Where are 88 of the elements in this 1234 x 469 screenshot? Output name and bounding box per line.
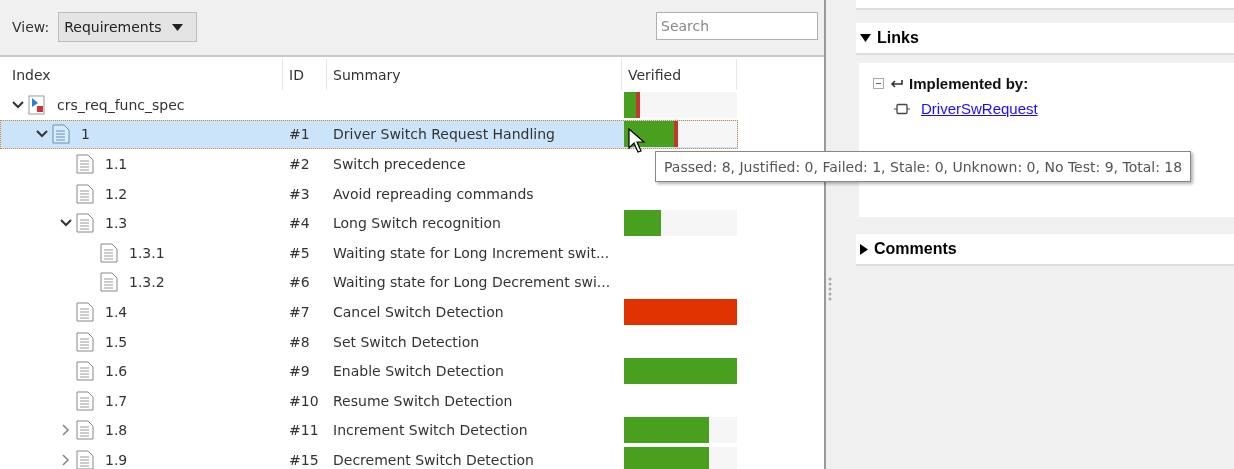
chevron-down-icon[interactable] (36, 130, 48, 139)
block-icon (893, 102, 911, 115)
document-icon (76, 183, 94, 204)
table-row[interactable]: 1.3.2 #6 Waiting state for Long Decrement swi... (0, 267, 622, 298)
index-text: 1.2 (105, 185, 128, 202)
index-text: 1.5 (105, 333, 128, 350)
id-text: #6 (289, 274, 310, 291)
table-row[interactable]: 1.7 #10 Resume Switch Detection (0, 385, 622, 416)
summary-text: Driver Switch Request Handling (333, 126, 555, 143)
id-text: #1 (289, 126, 310, 143)
document-icon (52, 124, 70, 145)
index-text: 1.1 (105, 156, 128, 172)
summary-text: Set Switch Detection (333, 333, 480, 350)
index-text: 1.9 (105, 451, 128, 468)
id-text: #15 (289, 451, 319, 468)
table-row[interactable]: 1.6 #9 Enable Switch Detection (0, 356, 622, 386)
document-icon (76, 420, 94, 441)
document-icon (76, 331, 94, 352)
table-row[interactable]: 1.3 #4 Long Switch recognition (0, 208, 622, 238)
group-label: Implemented by: (909, 75, 1029, 92)
failed-marker (636, 91, 641, 118)
index-text: crs_req_func_spec (57, 96, 185, 113)
table-row[interactable]: 1.2 #3 Avoid repreading commands (0, 178, 622, 209)
column-header[interactable]: Index (0, 59, 283, 90)
summary-text: Long Switch recognition (333, 215, 501, 232)
triangle-down-icon (860, 34, 871, 42)
search-field[interactable]: Search (656, 12, 818, 40)
column-header[interactable]: Summary (327, 59, 622, 90)
table-row[interactable]: crs_req_func_spec (0, 90, 622, 120)
index-text: 1.7 (105, 392, 128, 409)
id-text: #3 (289, 185, 310, 202)
document-icon (76, 361, 94, 382)
tooltip: Passed: 8, Justified: 0, Failed: 1, Stale: 0, Unknown: 0, No Test: 9, Total: 18 (655, 151, 1192, 182)
table-row[interactable]: 1.8 #11 Increment Switch Detection (0, 415, 622, 446)
index-text: 1 (81, 126, 90, 143)
table-row[interactable]: 1.4 #7 Cancel Switch Detection (0, 297, 622, 327)
mouse-pointer-icon (628, 128, 646, 154)
chevron-down-icon[interactable] (12, 100, 24, 109)
summary-text: Switch precedence (333, 156, 466, 172)
table-row[interactable]: 1.1 #2 Switch precedence (0, 149, 622, 179)
document-icon (76, 213, 94, 234)
table-row[interactable]: 1.9 #15 Decrement Switch Detection (0, 445, 622, 469)
summary-text: Waiting state for Long Decrement swi... (333, 274, 611, 291)
link[interactable]: DriverSwRequest (921, 100, 1038, 117)
summary-text: Resume Switch Detection (333, 392, 513, 409)
summary-text: Increment Switch Detection (333, 422, 528, 439)
index-text: 1.4 (105, 303, 128, 320)
summary-text: Cancel Switch Detection (333, 303, 504, 320)
id-text: #4 (289, 215, 310, 232)
section-header[interactable]: Comments (856, 234, 1234, 266)
id-text: #9 (289, 363, 310, 380)
summary-text: Avoid repreading commands (333, 185, 534, 202)
id-text: #5 (289, 244, 310, 261)
caret-icon (172, 23, 184, 31)
document-icon (76, 301, 94, 322)
index-text: 1.3 (105, 215, 128, 232)
document-icon (100, 242, 118, 263)
view-dropdown[interactable]: Requirements (58, 12, 198, 42)
id-text: #7 (289, 303, 310, 320)
table-row[interactable]: 1.3.1 #5 Waiting state for Long Increment swit... (0, 237, 622, 268)
chevron-right-icon[interactable] (62, 453, 70, 466)
document-icon (76, 154, 94, 174)
summary-text: Waiting state for Long Increment swit... (333, 244, 610, 261)
summary-text: Enable Switch Detection (333, 363, 504, 380)
table-row[interactable]: 1.5 #8 Set Switch Detection (0, 326, 622, 357)
column-header[interactable]: ID (283, 59, 327, 90)
splitter-grip-icon[interactable] (828, 276, 832, 302)
document-icon (100, 272, 118, 293)
column-header[interactable]: Verified (622, 59, 737, 90)
requirement-set-icon (28, 94, 46, 115)
summary-text: Decrement Switch Detection (333, 451, 534, 468)
id-text: #10 (289, 392, 319, 409)
view-label: View: (12, 19, 50, 35)
triangle-right-icon (860, 243, 868, 255)
index-text: 1.6 (105, 363, 128, 380)
document-icon (76, 390, 94, 411)
collapse-icon[interactable] (873, 78, 884, 89)
id-text: #11 (289, 422, 319, 439)
chevron-down-icon[interactable] (60, 219, 72, 228)
arrow-left-icon (890, 79, 903, 88)
chevron-right-icon[interactable] (62, 424, 70, 437)
index-text: 1.3.2 (129, 274, 165, 291)
id-text: #8 (289, 333, 310, 350)
index-text: 1.3.1 (129, 244, 165, 261)
failed-marker (673, 121, 678, 148)
id-text: #2 (289, 156, 310, 172)
index-text: 1.8 (105, 422, 128, 439)
section-header[interactable]: Links (856, 23, 1234, 55)
